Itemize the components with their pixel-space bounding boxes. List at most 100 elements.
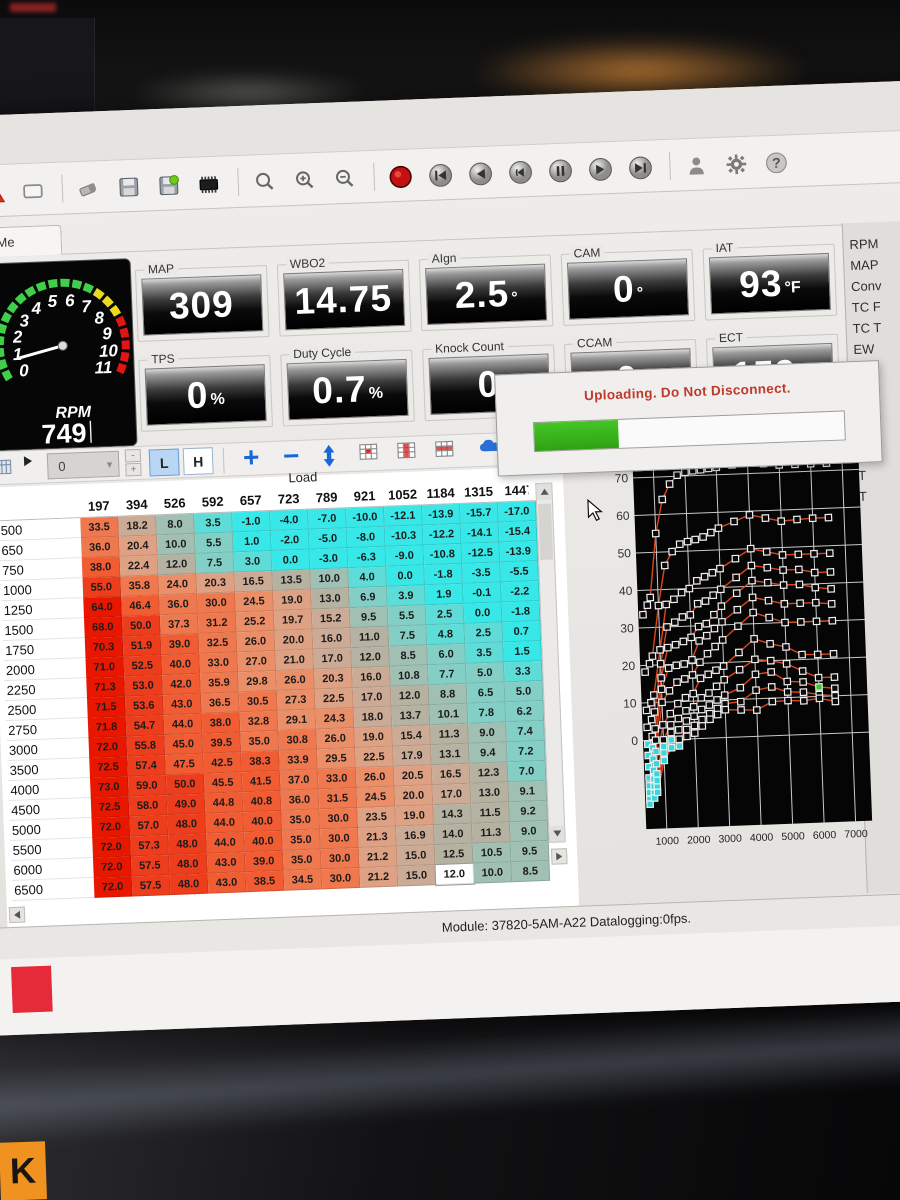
- map-cell[interactable]: 36.0: [81, 537, 120, 558]
- map-cell[interactable]: 64.0: [83, 597, 122, 618]
- map-cell[interactable]: 24.3: [316, 708, 355, 729]
- map-cell[interactable]: 7.7: [428, 664, 467, 685]
- save-icon[interactable]: [113, 172, 144, 203]
- map-cell[interactable]: 20.5: [394, 765, 433, 786]
- load-col-header[interactable]: 197: [79, 495, 118, 518]
- map-cell[interactable]: -3.5: [462, 562, 501, 583]
- map-cell[interactable]: 22.4: [120, 555, 159, 576]
- map-cell[interactable]: 15.4: [392, 725, 431, 746]
- map-cell[interactable]: -2.0: [271, 530, 310, 551]
- map-cell[interactable]: 8.5: [511, 861, 550, 882]
- map-cell[interactable]: 26.0: [276, 670, 315, 691]
- select-row-icon[interactable]: [435, 439, 456, 460]
- map-cell[interactable]: 20.3: [314, 668, 353, 689]
- map-cell[interactable]: 11.5: [471, 802, 510, 823]
- map-cell[interactable]: -9.0: [386, 545, 425, 566]
- map-cell[interactable]: 26.0: [356, 767, 395, 788]
- map-cell[interactable]: 9.5: [511, 841, 550, 862]
- load-col-header[interactable]: 921: [345, 485, 384, 508]
- map-cell[interactable]: 0.7: [502, 621, 541, 642]
- map-cell[interactable]: 54.7: [126, 715, 165, 736]
- low-button[interactable]: L: [149, 448, 180, 476]
- map-cell[interactable]: 6.0: [427, 644, 466, 665]
- map-cell[interactable]: 24.0: [158, 574, 197, 595]
- map-cell[interactable]: 10.8: [390, 665, 429, 686]
- map-cell[interactable]: 21.2: [359, 847, 398, 868]
- map-cell[interactable]: 30.0: [321, 848, 360, 869]
- map-cell[interactable]: 14.0: [434, 824, 473, 845]
- map-cell[interactable]: 47.5: [165, 754, 204, 775]
- skip-end-icon[interactable]: [625, 152, 656, 183]
- map-cell[interactable]: -5.0: [309, 528, 348, 549]
- map-cell[interactable]: 16.0: [352, 667, 391, 688]
- map-cell[interactable]: 6.5: [467, 682, 506, 703]
- map-cell[interactable]: 13.7: [392, 705, 431, 726]
- map-cell[interactable]: 9.1: [508, 781, 547, 802]
- map-cell[interactable]: 13.0: [470, 782, 509, 803]
- map-cell[interactable]: 43.0: [207, 852, 246, 873]
- load-col-header[interactable]: 1447: [497, 479, 536, 502]
- map-cell[interactable]: -1.8: [424, 564, 463, 585]
- map-cell[interactable]: 31.5: [319, 788, 358, 809]
- help-icon[interactable]: ?: [761, 147, 792, 178]
- map-cell[interactable]: 33.0: [199, 652, 238, 673]
- map-cell[interactable]: 8.0: [156, 514, 195, 535]
- map-cell[interactable]: 73.0: [90, 777, 129, 798]
- map-cell[interactable]: 4.0: [348, 567, 387, 588]
- map-cell[interactable]: 17.0: [433, 784, 472, 805]
- map-cell[interactable]: 43.0: [208, 872, 247, 893]
- scroll-down-button[interactable]: [549, 825, 565, 842]
- step-forward-icon[interactable]: [585, 154, 616, 185]
- map-cell[interactable]: 39.0: [245, 851, 284, 872]
- map-cell[interactable]: 32.8: [240, 711, 279, 732]
- map-cell[interactable]: 48.0: [167, 814, 206, 835]
- map-cell[interactable]: 48.0: [168, 834, 207, 855]
- channel-item[interactable]: RPM: [849, 234, 900, 258]
- map-cell[interactable]: 7.0: [508, 761, 547, 782]
- map-cell[interactable]: 39.5: [202, 732, 241, 753]
- map-cell[interactable]: 24.5: [357, 787, 396, 808]
- map-cell[interactable]: 12.0: [351, 647, 390, 668]
- map-cell[interactable]: -10.0: [346, 507, 385, 528]
- map-cell[interactable]: 33.5: [80, 517, 119, 538]
- map-cell[interactable]: 40.8: [243, 791, 282, 812]
- map-cell[interactable]: 20.0: [395, 785, 434, 806]
- map-cell[interactable]: 51.9: [123, 635, 162, 656]
- map-cell[interactable]: 44.0: [206, 832, 245, 853]
- map-cell[interactable]: 33.0: [318, 768, 357, 789]
- map-cell[interactable]: 20.3: [196, 572, 235, 593]
- load-col-header[interactable]: 394: [117, 493, 156, 516]
- map-cell[interactable]: 13.0: [311, 588, 350, 609]
- select-column-icon[interactable]: [397, 441, 418, 462]
- map-cell[interactable]: 38.3: [241, 751, 280, 772]
- map-cell[interactable]: 1.5: [503, 641, 542, 662]
- map-cell[interactable]: 11.0: [351, 627, 390, 648]
- scroll-left-button[interactable]: [9, 907, 26, 924]
- map-cell[interactable]: 71.5: [87, 697, 126, 718]
- map-cell[interactable]: 8.8: [429, 684, 468, 705]
- map-cell[interactable]: -12.5: [461, 542, 500, 563]
- load-col-header[interactable]: 723: [269, 488, 308, 511]
- map-cell[interactable]: 13.1: [431, 744, 470, 765]
- save-new-icon[interactable]: [153, 170, 184, 201]
- map-cell[interactable]: 38.0: [202, 712, 241, 733]
- map-cell[interactable]: 40.0: [161, 654, 200, 675]
- map-cell[interactable]: 21.0: [275, 650, 314, 671]
- map-cell[interactable]: 30.8: [278, 729, 317, 750]
- map-cell[interactable]: 37.3: [160, 614, 199, 635]
- map-cell[interactable]: 41.5: [242, 771, 281, 792]
- map-cell[interactable]: 72.0: [92, 837, 131, 858]
- map-cell[interactable]: 30.5: [239, 691, 278, 712]
- map-cell[interactable]: 39.0: [161, 634, 200, 655]
- interpolate-updown-icon[interactable]: [321, 444, 338, 469]
- eraser-icon[interactable]: [73, 173, 104, 204]
- map-cell[interactable]: 21.2: [360, 867, 399, 888]
- rpm-row-header[interactable]: 6500: [12, 878, 95, 901]
- map-cell[interactable]: 45.0: [164, 734, 203, 755]
- map-cell[interactable]: -15.4: [499, 521, 538, 542]
- map-cell[interactable]: 44.0: [164, 714, 203, 735]
- map-cell[interactable]: -14.1: [461, 522, 500, 543]
- map-cell[interactable]: 34.5: [284, 869, 323, 890]
- map-cell[interactable]: 5.5: [195, 532, 234, 553]
- map-cell[interactable]: -13.9: [422, 504, 461, 525]
